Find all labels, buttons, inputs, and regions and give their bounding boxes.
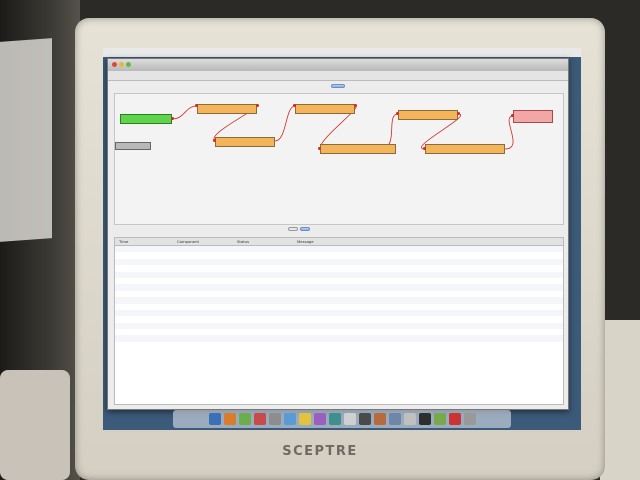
port-icon[interactable] — [293, 104, 296, 107]
system-menubar — [103, 48, 581, 57]
dock-app-icon[interactable] — [448, 413, 461, 425]
zoom-window-button[interactable] — [126, 62, 131, 67]
dock-app-icon[interactable] — [298, 413, 311, 425]
workflow-node[interactable] — [115, 142, 151, 150]
port-icon[interactable] — [396, 112, 399, 115]
column-component[interactable]: Component — [177, 239, 237, 244]
monitor-brand-logo: SCEPTRE — [282, 444, 358, 459]
workflow-node[interactable] — [295, 104, 355, 114]
port-icon[interactable] — [511, 114, 514, 117]
dock-app-icon[interactable] — [403, 413, 416, 425]
workflow-node[interactable] — [425, 144, 505, 154]
close-window-button[interactable] — [112, 62, 117, 67]
dock-app-icon[interactable] — [208, 413, 221, 425]
log-header: Time Component Status Message — [115, 238, 563, 246]
dock-app-icon[interactable] — [253, 413, 266, 425]
bottom-tabs — [288, 227, 310, 231]
dock-app-icon[interactable] — [358, 413, 371, 425]
minimize-window-button[interactable] — [119, 62, 124, 67]
dock — [173, 410, 511, 428]
port-icon[interactable] — [423, 147, 426, 150]
log-rows — [115, 246, 563, 348]
tab-composer[interactable] — [331, 84, 345, 88]
workflow-node[interactable] — [197, 104, 257, 114]
workflow-node[interactable] — [320, 144, 396, 154]
tab-run-information[interactable] — [288, 227, 298, 231]
port-icon[interactable] — [256, 104, 259, 107]
app-window: Time Component Status Message — [107, 58, 569, 410]
dock-app-icon[interactable] — [283, 413, 296, 425]
port-icon[interactable] — [457, 112, 460, 115]
tab-notifications[interactable] — [300, 227, 310, 231]
port-icon[interactable] — [213, 139, 216, 142]
dock-app-icon[interactable] — [343, 413, 356, 425]
workflow-node[interactable] — [120, 114, 172, 124]
column-time[interactable]: Time — [119, 239, 177, 244]
window-titlebar[interactable] — [108, 59, 568, 71]
log-row[interactable] — [115, 342, 563, 348]
dock-app-icon[interactable] — [463, 413, 476, 425]
background-mug — [0, 370, 70, 480]
workflow-node[interactable] — [215, 137, 275, 147]
dock-app-icon[interactable] — [238, 413, 251, 425]
dock-app-icon[interactable] — [433, 413, 446, 425]
top-tab-row — [108, 81, 568, 91]
app-menu — [108, 71, 568, 81]
dock-app-icon[interactable] — [223, 413, 236, 425]
log-table: Time Component Status Message — [114, 237, 564, 405]
background-paper — [0, 38, 52, 242]
port-icon[interactable] — [354, 104, 357, 107]
dock-app-icon[interactable] — [313, 413, 326, 425]
column-message[interactable]: Message — [297, 239, 563, 244]
port-icon[interactable] — [171, 117, 174, 120]
column-status[interactable]: Status — [237, 239, 297, 244]
dock-app-icon[interactable] — [388, 413, 401, 425]
workflow-node[interactable] — [398, 110, 458, 120]
dock-app-icon[interactable] — [268, 413, 281, 425]
dock-app-icon[interactable] — [373, 413, 386, 425]
dock-app-icon[interactable] — [328, 413, 341, 425]
workflow-canvas[interactable] — [114, 93, 564, 225]
port-icon[interactable] — [318, 147, 321, 150]
monitor-screen: Time Component Status Message — [103, 48, 581, 430]
dock-app-icon[interactable] — [418, 413, 431, 425]
port-icon[interactable] — [195, 104, 198, 107]
workflow-node[interactable] — [513, 110, 553, 123]
